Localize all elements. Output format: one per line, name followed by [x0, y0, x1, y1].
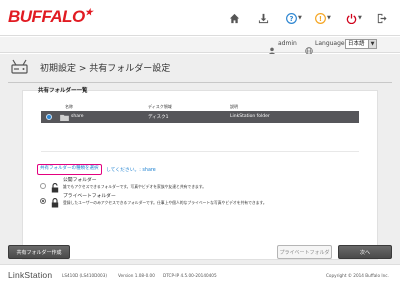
- copyright: Copyright © 2014 Buffalo Inc.: [326, 273, 389, 278]
- create-share-button[interactable]: 共有フォルダー作成: [8, 245, 70, 259]
- version-info: Version 1.08-0.00: [118, 273, 155, 278]
- public-folder-title: 公開フォルダー: [63, 178, 97, 183]
- share-name: share: [71, 114, 84, 119]
- power-icon[interactable]: ▼: [346, 10, 362, 26]
- chevron-down-icon: ▼: [298, 15, 302, 21]
- share-table: 名称 ディスク領域 説明 share ディスク1 LinkStation fol…: [41, 102, 359, 152]
- language-select[interactable]: 日本語: [345, 39, 369, 49]
- page-title: 初期設定 > 共有フォルダー設定: [40, 64, 171, 74]
- public-folder-radio[interactable]: [40, 183, 46, 189]
- private-folder-radio[interactable]: [40, 198, 46, 204]
- row-select-radio[interactable]: [46, 114, 52, 120]
- download-icon[interactable]: [258, 10, 269, 26]
- buffalo-logo: BUFFALO★: [8, 7, 93, 26]
- table-body-empty: [41, 123, 359, 152]
- column-header-disk: ディスク領域: [148, 104, 172, 109]
- share-disk: ディスク1: [148, 115, 169, 120]
- private-folder-button[interactable]: プライベートフォルダー: [277, 245, 332, 270]
- chevron-down-icon: ▼: [327, 15, 331, 21]
- svg-text:?: ?: [290, 14, 294, 22]
- dtcp-info: DTCP-IP 4.5.00-20140405: [163, 273, 217, 278]
- settings-wizard-icon: [10, 59, 30, 79]
- footer: LinkStation LS410D (LS410D003) Version 1…: [0, 264, 400, 283]
- private-folder-title: プライベートフォルダー: [63, 194, 116, 199]
- lock-icon: [51, 193, 59, 212]
- home-icon[interactable]: [229, 10, 240, 26]
- language-label: Language: [315, 40, 345, 47]
- chevron-down-icon: ▼: [358, 15, 362, 21]
- chevron-down-icon[interactable]: ▼: [369, 39, 377, 49]
- table-header: 名称 ディスク領域 説明: [41, 102, 359, 111]
- next-button[interactable]: 次へ: [338, 245, 392, 259]
- column-header-description: 説明: [230, 104, 238, 109]
- user-name: admin: [278, 40, 297, 47]
- share-type-prompt: してください。: share: [106, 168, 156, 173]
- model-info: LS410D (LS410D003): [62, 273, 108, 278]
- language-bar: admin Language 日本語 ▼: [0, 37, 400, 55]
- top-bar: BUFFALO★ ? ▼ ! ▼ ▼: [0, 0, 400, 36]
- product-name: LinkStation: [8, 270, 53, 280]
- share-description: LinkStation folder: [230, 114, 270, 119]
- divider: [8, 82, 392, 83]
- help-icon[interactable]: ? ▼: [286, 10, 302, 26]
- logout-icon[interactable]: [376, 10, 387, 26]
- info-icon[interactable]: ! ▼: [315, 10, 331, 26]
- svg-text:!: !: [319, 14, 322, 22]
- share-list-label: 共有フォルダー一覧: [38, 88, 88, 94]
- share-type-link[interactable]: 共有フォルダーの種類を選択: [37, 164, 102, 175]
- public-folder-description: 誰でもアクセスできるフォルダーです。写真やビデオを家族や友達と共有できます。: [63, 184, 207, 189]
- private-folder-description: 登録したユーザーのみアクセスできるフォルダーです。仕事上や個人的なプライベートな…: [63, 200, 267, 205]
- table-row[interactable]: share ディスク1 LinkStation folder: [41, 111, 359, 123]
- column-header-name: 名称: [65, 104, 73, 109]
- folder-icon: [60, 114, 69, 123]
